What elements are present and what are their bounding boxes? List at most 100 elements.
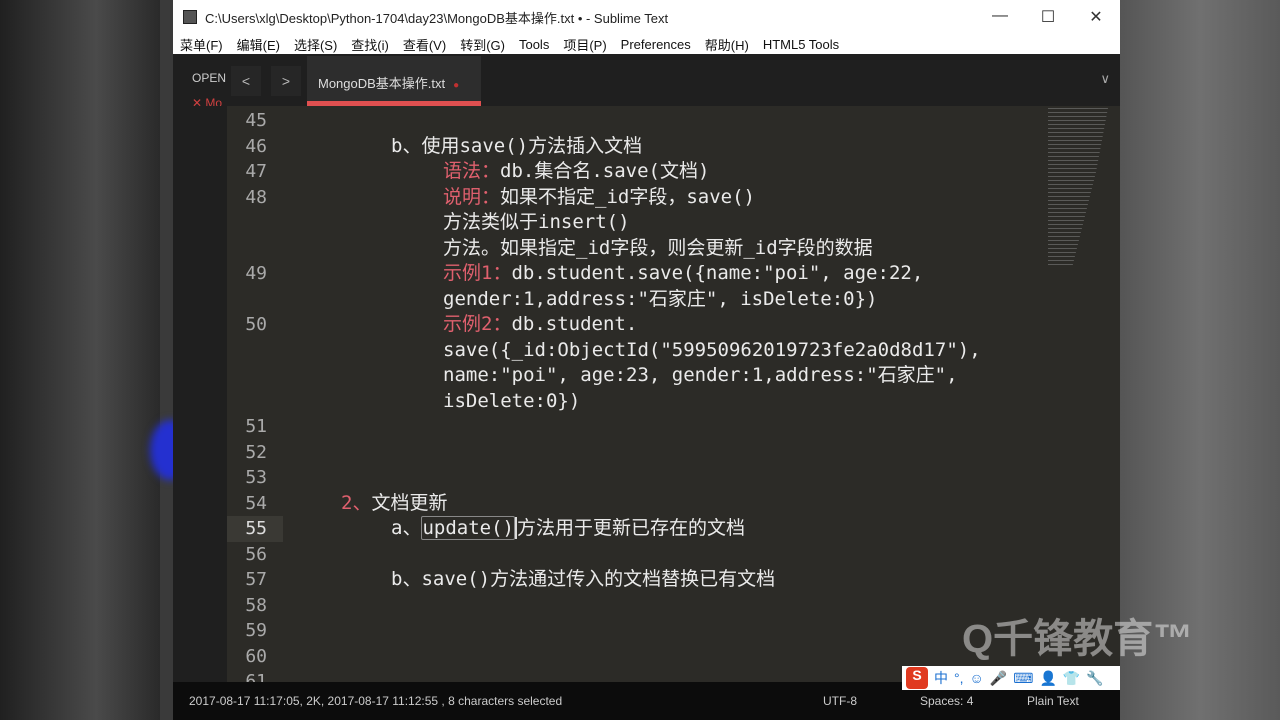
text-segment: 语法： <box>443 160 501 182</box>
minimize-button[interactable]: — <box>976 7 1024 27</box>
text-segment: 方法。如果指定_id字段，则会更新_id字段的数据 <box>443 236 873 259</box>
code-line[interactable]: 45 <box>227 108 1120 134</box>
close-button[interactable]: ✕ <box>1072 7 1120 27</box>
status-encoding[interactable]: UTF-8 <box>823 694 857 708</box>
line-text: 示例1：db.student.save({name:"poi", age:22, <box>443 261 923 287</box>
code-line[interactable]: 方法。如果指定_id字段，则会更新_id字段的数据 <box>227 236 1120 262</box>
ime-keyboard-icon[interactable]: ⌨ <box>1013 670 1033 687</box>
watermark-logo: Q千锋教育™ <box>962 617 1194 661</box>
line-text: 示例2：db.student. <box>443 312 637 338</box>
line-number: 45 <box>245 110 267 131</box>
code-line[interactable]: gender:1,address:"石家庄", isDelete:0}) <box>227 287 1120 313</box>
ime-voice-icon[interactable]: 🎤 <box>990 670 1007 687</box>
window-title: C:\Users\xlg\Desktop\Python-1704\day23\M… <box>205 10 669 26</box>
title-bar: C:\Users\xlg\Desktop\Python-1704\day23\M… <box>173 0 1120 34</box>
line-number: 59 <box>245 620 267 641</box>
code-line[interactable]: 54 2、文档更新 <box>227 491 1120 517</box>
line-number: 50 <box>245 314 267 335</box>
line-number <box>227 338 283 364</box>
code-line[interactable]: save({_id:ObjectId("59950962019723fe2a0d… <box>227 338 1120 364</box>
menu-preferences[interactable]: Preferences <box>621 37 691 52</box>
text-segment: isDelete:0}) <box>443 389 581 412</box>
menu-goto[interactable]: 转到(G) <box>460 35 505 54</box>
ime-user-icon[interactable]: 👤 <box>1039 670 1056 687</box>
text-segment: 2、 <box>341 491 372 514</box>
line-number <box>227 287 283 313</box>
line-number: 61 <box>245 671 267 682</box>
code-line[interactable]: 48 说明：如果不指定_id字段，save() <box>227 185 1120 211</box>
text-segment: 文档更新 <box>371 491 448 514</box>
text-segment: 方法类似于insert() <box>443 211 630 233</box>
unsaved-dot-icon[interactable]: ● <box>453 80 459 91</box>
code-line[interactable]: 49 示例1：db.student.save({name:"poi", age:2… <box>227 261 1120 287</box>
line-text: 语法：db.集合名.save(文档) <box>443 159 709 185</box>
editor[interactable]: 45 46 b、使用save()方法插入文档 47 语法：db.集合名.save(文档)… <box>227 106 1120 682</box>
text-segment: db.student. <box>511 313 638 335</box>
menu-tools[interactable]: Tools <box>519 37 549 52</box>
text-segment: 如果不指定_id字段，save() <box>500 185 755 208</box>
line-text: name:"poi", age:23, gender:1,address:"石家… <box>443 363 958 389</box>
line-text: 方法类似于insert() <box>443 210 630 236</box>
text-segment: update() <box>421 516 515 540</box>
maximize-button[interactable]: ☐ <box>1024 7 1072 27</box>
code-line[interactable]: 47 语法：db.集合名.save(文档) <box>227 159 1120 185</box>
ime-toolbar: S 中 °, ☺ 🎤 ⌨ 👤 👕 🔧 <box>902 666 1120 690</box>
status-info: 2017-08-17 11:17:05, 2K, 2017-08-17 11:1… <box>189 694 563 708</box>
text-segment: name:"poi", age:23, gender:1,address:"石家… <box>443 364 958 386</box>
line-number: 55 <box>227 516 283 542</box>
line-number <box>227 210 283 236</box>
line-number: 53 <box>245 467 267 488</box>
line-text: b、使用save()方法插入文档 <box>391 134 642 160</box>
ime-skin-icon[interactable]: 👕 <box>1063 670 1080 687</box>
line-number: 56 <box>245 543 267 565</box>
status-indentation[interactable]: Spaces: 4 <box>920 694 973 708</box>
line-text: a、update() 方法用于更新已存在的文档 <box>391 516 745 542</box>
tab-back-button[interactable]: < <box>231 66 261 96</box>
code-line[interactable]: name:"poi", age:23, gender:1,address:"石家… <box>227 363 1120 389</box>
code-line[interactable]: 52 <box>227 440 1120 466</box>
ime-emoji-icon[interactable]: ☺ <box>970 670 984 686</box>
line-number: 51 <box>245 416 267 437</box>
code-line[interactable]: 53 <box>227 465 1120 491</box>
text-segment: db.student.save({name:"poi", age:22, <box>511 262 924 284</box>
text-segment: b、使用save()方法插入文档 <box>391 134 643 157</box>
menu-view[interactable]: 查看(V) <box>403 35 446 54</box>
line-number: 57 <box>245 569 267 590</box>
code-line[interactable]: isDelete:0}) <box>227 389 1120 415</box>
code-line[interactable]: 51 <box>227 414 1120 440</box>
code-line[interactable]: 46 b、使用save()方法插入文档 <box>227 134 1120 160</box>
text-segment: 示例1： <box>443 262 512 284</box>
menu-html5-tools[interactable]: HTML5 Tools <box>763 37 839 52</box>
line-text: b、save()方法通过传入的文档替换已有文档 <box>391 567 775 593</box>
menu-bar: 菜单(F) 编辑(E) 选择(S) 查找(i) 查看(V) 转到(G) Tool… <box>173 34 1120 54</box>
line-number <box>227 363 283 389</box>
sogou-logo-icon[interactable]: S <box>906 667 928 689</box>
status-syntax[interactable]: Plain Text <box>1027 694 1079 708</box>
ime-punctuation-icon[interactable]: °, <box>954 670 964 686</box>
code-line[interactable]: 方法类似于insert() <box>227 210 1120 236</box>
ime-chinese-mode[interactable]: 中 <box>934 668 948 688</box>
tab-forward-button[interactable]: > <box>271 66 301 96</box>
code-line[interactable]: 57 b、save()方法通过传入的文档替换已有文档 <box>227 567 1120 593</box>
menu-edit[interactable]: 编辑(E) <box>237 35 280 54</box>
code-line[interactable]: 55 a、update() 方法用于更新已存在的文档 <box>227 516 1120 542</box>
open-files-label: OPEN <box>192 71 227 85</box>
menu-project[interactable]: 项目(P) <box>563 35 606 54</box>
menu-find[interactable]: 查找(i) <box>351 35 389 54</box>
text-segment: 方法用于更新已存在的文档 <box>514 517 745 539</box>
sidebar <box>173 106 227 682</box>
tab-mongodb-file[interactable]: MongoDB基本操作.txt ● <box>307 56 481 106</box>
tab-list-chevron-icon[interactable]: ∨ <box>1100 71 1110 87</box>
text-segment: save({_id:ObjectId("59950962019723fe2a0d… <box>443 338 981 361</box>
menu-help[interactable]: 帮助(H) <box>705 35 749 54</box>
line-number <box>227 236 283 262</box>
menu-file[interactable]: 菜单(F) <box>180 35 223 54</box>
menu-selection[interactable]: 选择(S) <box>294 35 337 54</box>
line-text: 方法。如果指定_id字段，则会更新_id字段的数据 <box>443 236 873 262</box>
tab-bar: OPEN ✕ Mo < > MongoDB基本操作.txt ● ∨ <box>173 54 1120 110</box>
desktop-left <box>0 0 190 720</box>
code-line[interactable]: 56 <box>227 542 1120 568</box>
code-line[interactable]: 50 示例2：db.student. <box>227 312 1120 338</box>
line-number: 60 <box>245 645 267 667</box>
ime-settings-icon[interactable]: 🔧 <box>1086 670 1103 687</box>
